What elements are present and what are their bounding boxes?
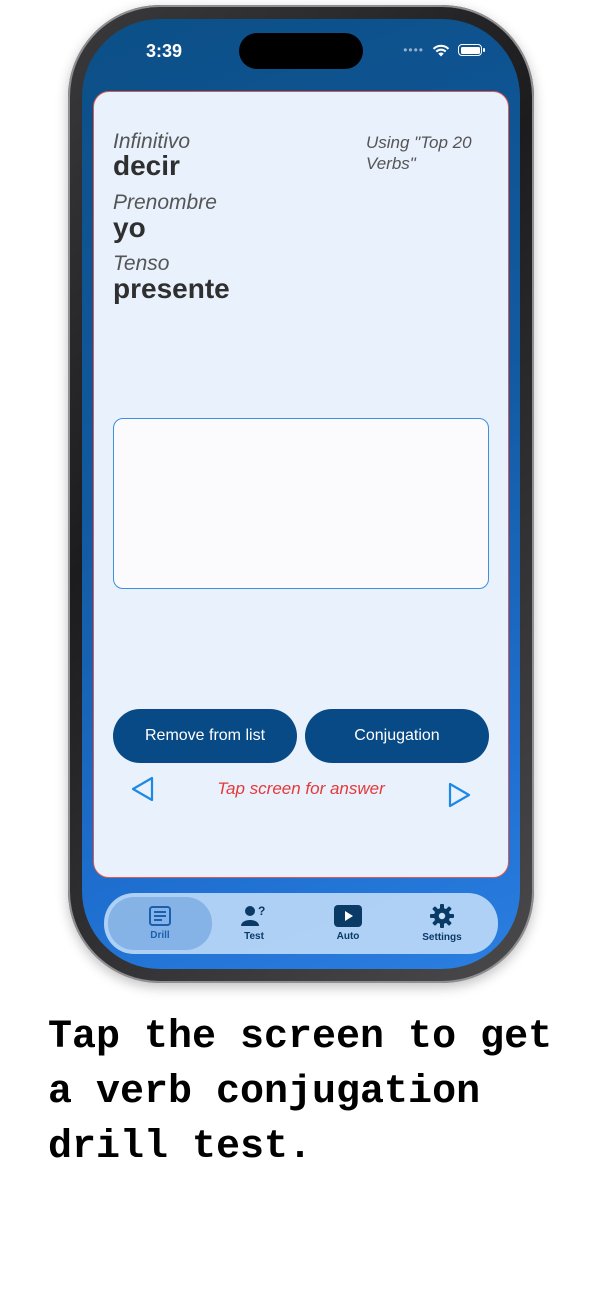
status-time: 3:39 (146, 41, 183, 61)
remove-from-list-button[interactable]: Remove from list (113, 709, 297, 763)
wifi-icon (432, 44, 450, 56)
tab-drill-label: Drill (150, 930, 170, 941)
tab-auto[interactable]: Auto (299, 893, 397, 954)
tab-bar: Drill ? Test Auto Settings (104, 893, 498, 954)
next-arrow-icon[interactable] (446, 782, 472, 808)
svg-text:?: ? (258, 905, 265, 918)
drill-card[interactable]: Infinitivo decir Prenombre yo Tenso pres… (93, 91, 509, 878)
signal-icon: •••• (403, 43, 424, 57)
pronoun-value: yo (113, 212, 146, 243)
tab-settings-label: Settings (422, 932, 462, 943)
tab-test-label: Test (244, 931, 264, 942)
list-icon (149, 906, 171, 926)
status-icons: •••• (403, 43, 485, 57)
answer-box[interactable] (113, 418, 489, 589)
stage: 3:39 •••• Infinitivo decir Prenombre yo … (0, 0, 598, 1300)
person-question-icon: ? (241, 905, 265, 926)
gear-icon (430, 904, 454, 928)
tense-value: presente (113, 273, 230, 304)
play-icon (334, 905, 362, 927)
phone-screen[interactable]: 3:39 •••• Infinitivo decir Prenombre yo … (82, 19, 520, 969)
deck-note: Using "Top 20 Verbs" (366, 133, 472, 173)
dynamic-island (239, 33, 363, 69)
tab-auto-label: Auto (336, 931, 360, 942)
infinitive-value: decir (113, 150, 180, 181)
conjugation-button[interactable]: Conjugation (305, 709, 489, 763)
tab-drill[interactable]: Drill (108, 897, 212, 950)
tab-test[interactable]: ? Test (205, 893, 303, 954)
tab-settings[interactable]: Settings (393, 893, 491, 954)
caption-text: Tap the screen to get a verb conjugation… (48, 1015, 553, 1170)
battery-icon (458, 44, 485, 56)
phone-frame: 3:39 •••• Infinitivo decir Prenombre yo … (68, 5, 534, 983)
